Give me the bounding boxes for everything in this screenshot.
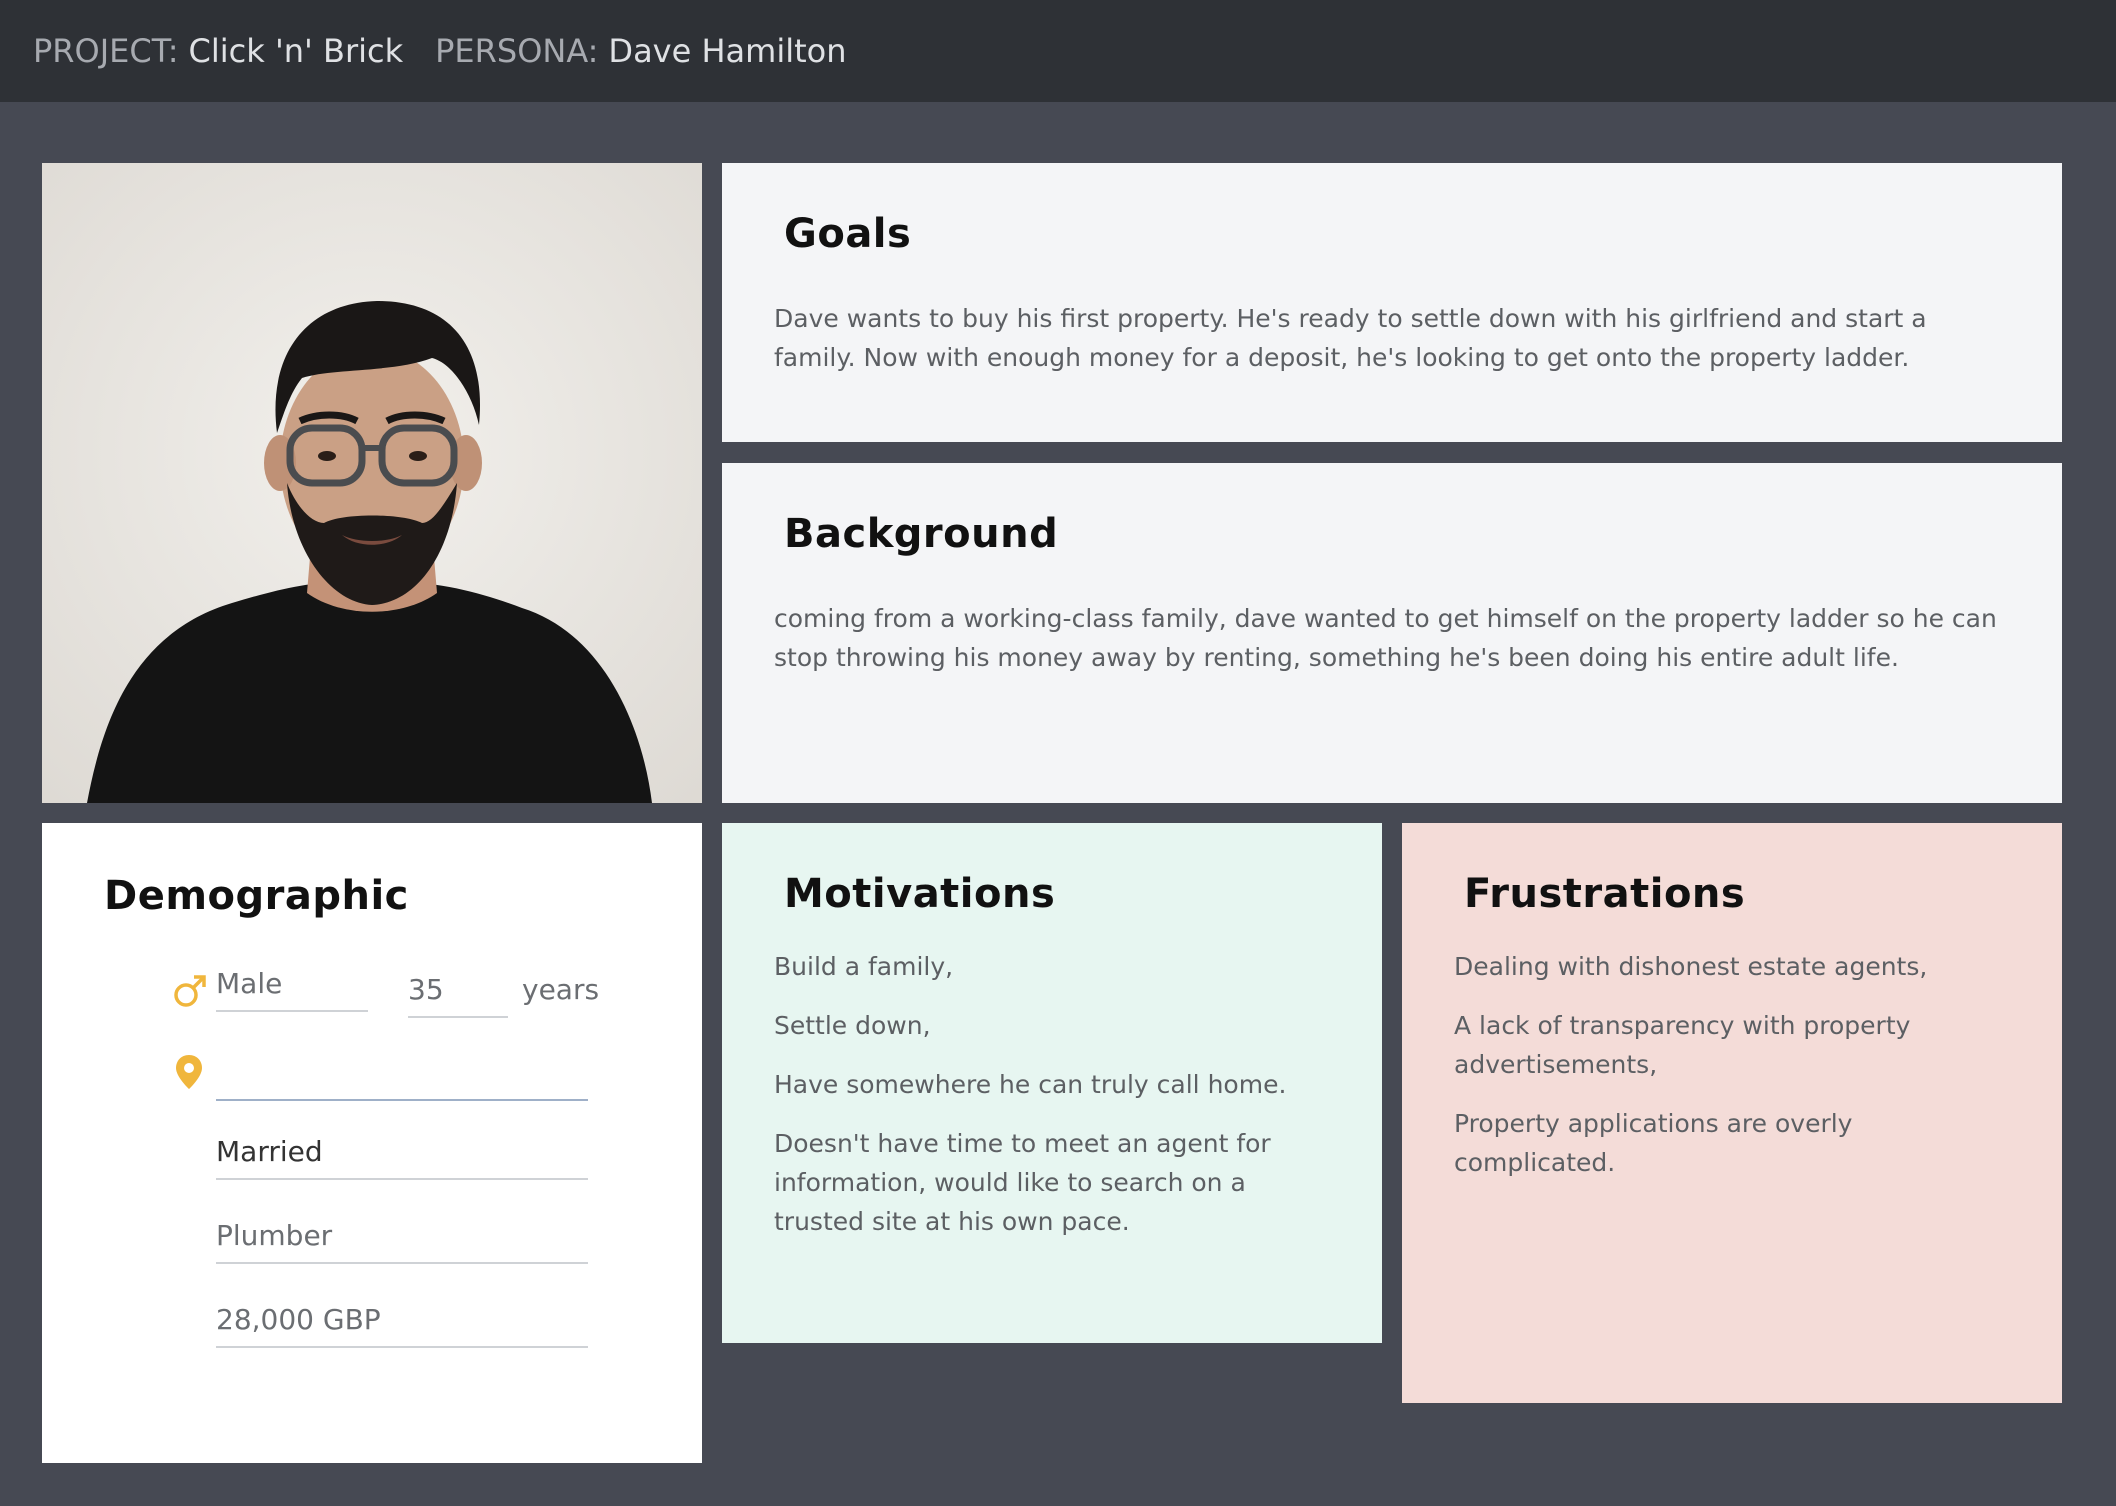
motivations-card: Motivations Build a family, Settle down,… — [722, 823, 1382, 1343]
persona-name: Dave Hamilton — [608, 32, 847, 70]
location-field[interactable] — [216, 1051, 588, 1101]
demographic-card: Demographic Male 35 years Married Plumbe… — [42, 823, 702, 1463]
occupation-field[interactable]: Plumber — [216, 1219, 588, 1264]
frustrations-title: Frustrations — [1464, 871, 1746, 917]
location-row — [104, 1043, 640, 1127]
header-bar: PROJECT: Click 'n' Brick PERSONA: Dave H… — [0, 0, 2116, 102]
motivation-item: Settle down, — [774, 1011, 931, 1040]
age-field[interactable]: 35 — [408, 973, 508, 1018]
occupation-row: Plumber — [104, 1211, 640, 1295]
gender-age-row: Male 35 years — [104, 959, 640, 1043]
persona-portrait-image — [42, 163, 702, 803]
age-unit-label: years — [522, 973, 600, 1006]
income-field[interactable]: 28,000 GBP — [216, 1303, 588, 1348]
male-symbol-icon — [172, 973, 208, 1013]
marital-status-row: Married — [104, 1127, 640, 1211]
location-pin-icon — [174, 1053, 204, 1095]
motivation-item: Build a family, — [774, 952, 954, 981]
motivations-title: Motivations — [784, 871, 1056, 917]
frustration-item: Dealing with dishonest estate agents, — [1454, 952, 1928, 981]
gender-field[interactable]: Male — [216, 967, 368, 1012]
marital-status-field[interactable]: Married — [216, 1135, 588, 1180]
frustration-item: Property applications are overly complic… — [1454, 1109, 1853, 1177]
background-card: Background coming from a working-class f… — [722, 463, 2062, 803]
project-name: Click 'n' Brick — [188, 32, 404, 70]
motivation-item: Have somewhere he can truly call home. — [774, 1070, 1287, 1099]
motivation-item: Doesn't have time to meet an agent for i… — [774, 1129, 1271, 1236]
goals-title: Goals — [784, 211, 912, 257]
background-title: Background — [784, 511, 1059, 557]
income-row: 28,000 GBP — [104, 1295, 640, 1379]
project-label: PROJECT: — [33, 32, 179, 70]
demographic-title: Demographic — [104, 873, 409, 919]
persona-photo — [42, 163, 702, 803]
persona-label: PERSONA: — [435, 32, 599, 70]
goals-text: Dave wants to buy his first property. He… — [774, 304, 1927, 372]
background-text: coming from a working-class family, dave… — [774, 604, 1997, 672]
goals-card: Goals Dave wants to buy his first proper… — [722, 163, 2062, 442]
frustrations-card: Frustrations Dealing with dishonest esta… — [1402, 823, 2062, 1403]
frustration-item: A lack of transparency with property adv… — [1454, 1011, 1911, 1079]
